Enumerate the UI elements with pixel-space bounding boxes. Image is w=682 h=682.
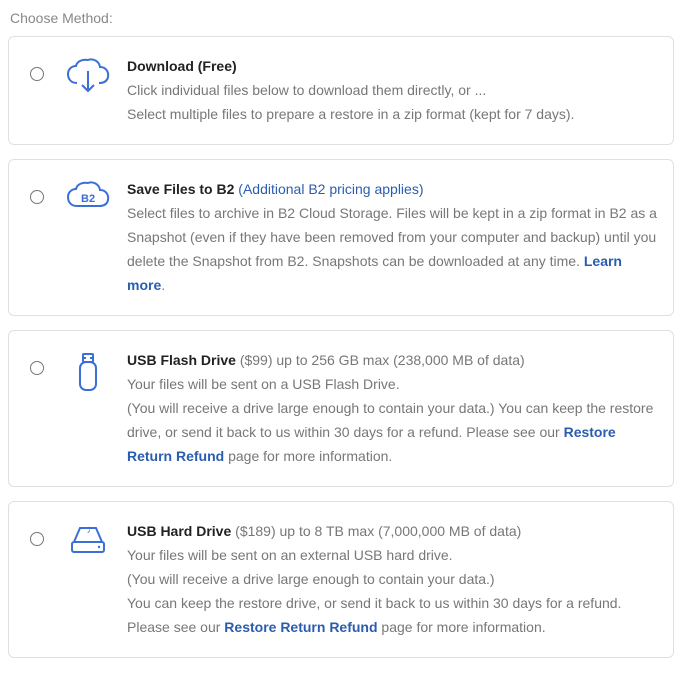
option-b2[interactable]: B2 Save Files to B2 (Additional B2 prici… (8, 159, 674, 316)
b2-period: . (161, 277, 165, 293)
choose-method-label: Choose Method: (10, 10, 674, 26)
cloud-download-icon (65, 57, 111, 98)
b2-pricing-link[interactable]: (Additional B2 pricing applies) (234, 181, 423, 197)
option-usb-flash-title: USB Flash Drive (127, 352, 236, 368)
radio-usb-hard[interactable] (30, 532, 44, 546)
usb-hard-line1: Your files will be sent on an external U… (127, 544, 657, 568)
restore-refund-link-hard[interactable]: Restore Return Refund (224, 619, 377, 635)
option-download-desc1: Click individual files below to download… (127, 79, 657, 103)
radio-b2[interactable] (30, 190, 44, 204)
usb-hard-drive-icon (68, 522, 108, 559)
option-download[interactable]: Download (Free) Click individual files b… (8, 36, 674, 145)
option-download-title: Download (Free) (127, 58, 237, 74)
option-usb-flash-extra: ($99) up to 256 GB max (238,000 MB of da… (236, 352, 525, 368)
option-usb-flash[interactable]: USB Flash Drive ($99) up to 256 GB max (… (8, 330, 674, 487)
option-b2-desc: Select files to archive in B2 Cloud Stor… (127, 205, 657, 269)
usb-flash-icon (76, 351, 100, 398)
cloud-b2-icon: B2 (65, 180, 111, 215)
option-usb-hard-title: USB Hard Drive (127, 523, 231, 539)
usb-flash-line1: Your files will be sent on a USB Flash D… (127, 373, 657, 397)
option-usb-hard-extra: ($189) up to 8 TB max (7,000,000 MB of d… (231, 523, 521, 539)
option-usb-hard[interactable]: USB Hard Drive ($189) up to 8 TB max (7,… (8, 501, 674, 658)
usb-flash-line3: page for more information. (224, 448, 392, 464)
option-b2-title: Save Files to B2 (127, 181, 234, 197)
radio-usb-flash[interactable] (30, 361, 44, 375)
option-download-desc2: Select multiple files to prepare a resto… (127, 103, 657, 127)
svg-text:B2: B2 (81, 193, 95, 205)
usb-hard-line2: (You will receive a drive large enough t… (127, 568, 657, 592)
usb-hard-line4: page for more information. (378, 619, 546, 635)
radio-download[interactable] (30, 67, 44, 81)
